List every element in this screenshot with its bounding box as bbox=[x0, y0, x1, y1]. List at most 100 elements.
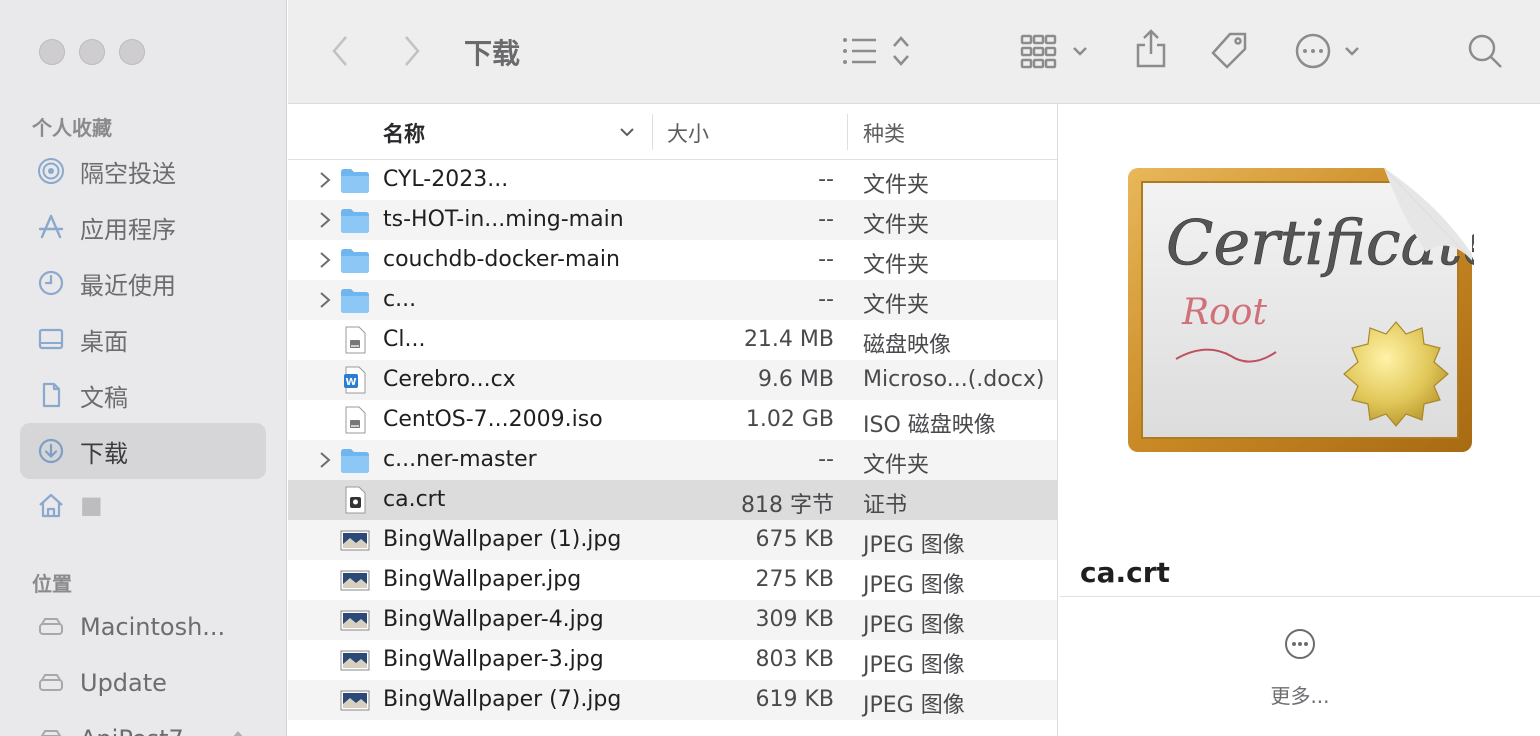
sidebar-item-desktop[interactable]: 桌面 bbox=[20, 311, 266, 367]
view-mode-button[interactable] bbox=[840, 34, 916, 68]
file-name: BingWallpaper-3.jpg bbox=[383, 647, 604, 672]
file-rows: CYL-2023... -- 文件夹 ts-HOT-in...ming-main -- 文… bbox=[288, 160, 1057, 720]
file-name: BingWallpaper-4.jpg bbox=[383, 607, 604, 632]
file-name: Cl... bbox=[383, 327, 426, 352]
back-button[interactable] bbox=[328, 34, 352, 68]
share-icon bbox=[1136, 29, 1166, 68]
minimize-window-button[interactable] bbox=[79, 39, 105, 65]
disk-image-icon bbox=[340, 406, 370, 434]
sidebar-item-label: 桌面 bbox=[80, 327, 128, 356]
file-size: 1.02 GB bbox=[745, 407, 834, 432]
table-row[interactable]: Cl... 21.4 MB 磁盘映像 bbox=[288, 320, 1057, 360]
more-icon[interactable] bbox=[1284, 628, 1316, 660]
file-size: -- bbox=[818, 247, 834, 272]
chevron-left-icon bbox=[332, 36, 347, 66]
sidebar-item-home[interactable]: ■ bbox=[20, 477, 266, 533]
grid-icon bbox=[1020, 34, 1087, 69]
column-header-name[interactable]: 名称 bbox=[383, 118, 425, 148]
table-row[interactable]: CentOS-7...2009.iso 1.02 GB ISO 磁盘映像 bbox=[288, 400, 1057, 440]
file-name: c...ner-master bbox=[383, 447, 537, 472]
file-size: 675 KB bbox=[755, 527, 834, 552]
column-separator[interactable] bbox=[652, 114, 653, 150]
share-button[interactable] bbox=[1134, 28, 1168, 70]
clock-icon bbox=[36, 268, 66, 298]
table-row[interactable]: BingWallpaper (1).jpg 675 KB JPEG 图像 bbox=[288, 520, 1057, 560]
file-name: BingWallpaper (1).jpg bbox=[383, 527, 622, 552]
file-size: -- bbox=[818, 167, 834, 192]
disclosure-triangle-icon[interactable] bbox=[318, 250, 332, 270]
sidebar-item-downloads[interactable]: 下载 bbox=[20, 423, 266, 479]
zoom-window-button[interactable] bbox=[119, 39, 145, 65]
sidebar: 个人收藏 隔空投送 应用程序 最近使用 桌面 文稿 下载 ■ 位置 Macint… bbox=[0, 0, 287, 736]
file-kind: JPEG 图像 bbox=[863, 693, 965, 718]
desktop-icon bbox=[36, 324, 66, 354]
disclosure-triangle-icon[interactable] bbox=[318, 290, 332, 310]
preview-pane: Certificate Root ca.crt 更多... bbox=[1060, 104, 1540, 736]
sidebar-item-label: 文稿 bbox=[80, 383, 128, 412]
column-header-kind[interactable]: 种类 bbox=[863, 118, 905, 148]
folder-icon bbox=[340, 286, 370, 314]
table-row[interactable]: couchdb-docker-main -- 文件夹 bbox=[288, 240, 1057, 280]
table-row[interactable]: CYL-2023... -- 文件夹 bbox=[288, 160, 1057, 200]
disclosure-triangle-icon[interactable] bbox=[318, 450, 332, 470]
file-size: 619 KB bbox=[755, 687, 834, 712]
file-name: ts-HOT-in...ming-main bbox=[383, 207, 624, 232]
toolbar: 下载 bbox=[288, 0, 1540, 104]
sidebar-item-label: 最近使用 bbox=[80, 271, 176, 300]
sidebar-item-recents[interactable]: 最近使用 bbox=[20, 255, 266, 311]
airdrop-icon bbox=[36, 156, 66, 186]
chevron-down-icon bbox=[620, 128, 634, 137]
more-button[interactable]: 更多... bbox=[1060, 680, 1540, 709]
disclosure-triangle-icon[interactable] bbox=[318, 210, 332, 230]
sidebar-item-airdrop[interactable]: 隔空投送 bbox=[20, 143, 266, 199]
disk-icon bbox=[36, 668, 66, 698]
table-row[interactable]: ts-HOT-in...ming-main -- 文件夹 bbox=[288, 200, 1057, 240]
sidebar-item-label: ApiPost7 bbox=[80, 725, 184, 736]
file-size: 803 KB bbox=[755, 647, 834, 672]
tag-icon bbox=[1211, 32, 1247, 69]
table-row[interactable]: W Cerebro...cx 9.6 MB Microso...(.docx) bbox=[288, 360, 1057, 400]
sidebar-item-applications[interactable]: 应用程序 bbox=[20, 199, 266, 255]
file-kind: 文件夹 bbox=[863, 293, 930, 318]
sidebar-item-apipost[interactable]: ApiPost7 bbox=[20, 711, 266, 736]
close-window-button[interactable] bbox=[39, 39, 65, 65]
certificate-icon: Certificate Root bbox=[1128, 164, 1474, 452]
word-document-icon: W bbox=[340, 366, 370, 394]
preview-filename: ca.crt bbox=[1080, 556, 1170, 589]
column-separator[interactable] bbox=[847, 114, 848, 150]
file-size: -- bbox=[818, 447, 834, 472]
table-row[interactable]: BingWallpaper-3.jpg 803 KB JPEG 图像 bbox=[288, 640, 1057, 680]
locations-section-title: 位置 bbox=[32, 572, 72, 596]
table-row[interactable]: c... -- 文件夹 bbox=[288, 280, 1057, 320]
image-file-icon bbox=[340, 646, 370, 674]
table-row[interactable]: ca.crt 818 字节 证书 bbox=[288, 480, 1057, 520]
forward-button[interactable] bbox=[400, 34, 424, 68]
group-button[interactable] bbox=[1020, 32, 1092, 70]
document-icon bbox=[36, 380, 66, 410]
table-row[interactable]: BingWallpaper-4.jpg 309 KB JPEG 图像 bbox=[288, 600, 1057, 640]
sidebar-item-documents[interactable]: 文稿 bbox=[20, 367, 266, 423]
table-row[interactable]: BingWallpaper.jpg 275 KB JPEG 图像 bbox=[288, 560, 1057, 600]
action-menu-button[interactable] bbox=[1294, 32, 1364, 70]
svg-text:W: W bbox=[345, 377, 356, 388]
sidebar-item-update[interactable]: Update bbox=[20, 655, 266, 711]
sidebar-item-label: 隔空投送 bbox=[80, 159, 176, 188]
disclosure-triangle-icon[interactable] bbox=[318, 170, 332, 190]
certificate-file-icon bbox=[340, 486, 370, 514]
file-size: 21.4 MB bbox=[743, 327, 834, 352]
table-row[interactable]: BingWallpaper (7).jpg 619 KB JPEG 图像 bbox=[288, 680, 1057, 720]
tag-button[interactable] bbox=[1208, 30, 1250, 72]
search-button[interactable] bbox=[1466, 32, 1504, 70]
file-name: CentOS-7...2009.iso bbox=[383, 407, 603, 432]
list-header: 名称 大小 种类 bbox=[288, 104, 1057, 160]
table-row[interactable]: c...ner-master -- 文件夹 bbox=[288, 440, 1057, 480]
file-kind: JPEG 图像 bbox=[863, 613, 965, 638]
column-header-size[interactable]: 大小 bbox=[667, 118, 709, 148]
eject-icon[interactable] bbox=[228, 725, 248, 736]
list-view-icon bbox=[843, 36, 909, 66]
sidebar-item-macintosh[interactable]: Macintosh... bbox=[20, 599, 266, 655]
file-name: couchdb-docker-main bbox=[383, 247, 620, 272]
sidebar-item-label: 下载 bbox=[80, 439, 128, 468]
file-size: 818 字节 bbox=[741, 493, 834, 518]
sidebar-item-label: 应用程序 bbox=[80, 215, 176, 244]
